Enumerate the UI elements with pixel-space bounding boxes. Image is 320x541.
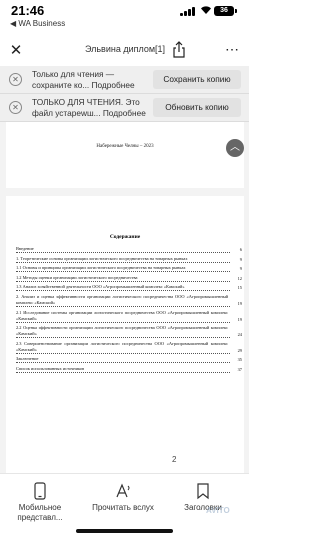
document-toolbar: ✕ Эльвина диплом[1] ⋯ <box>0 36 249 66</box>
toc-entry: 1.2 Методы оценки организации логистичес… <box>16 275 242 282</box>
banner-message-line2[interactable]: сохраните ко... Подробнее <box>32 80 135 90</box>
toc-entry-page: 15 <box>237 285 242 291</box>
status-bar: 21:46 ◀ WA Business 36 <box>0 0 249 36</box>
more-icon[interactable]: ⋯ <box>222 40 242 60</box>
battery-indicator: 36 <box>214 6 234 16</box>
toc-entry-title: Заключение <box>16 356 230 364</box>
toc-entry-title: 1. Теоретические основы организации логи… <box>16 256 230 263</box>
toc-entry: Заключение 35 <box>16 356 242 364</box>
read-aloud-icon <box>88 482 158 500</box>
back-to-app-link[interactable]: ◀ WA Business <box>10 19 65 28</box>
wifi-icon <box>200 5 212 18</box>
document-title[interactable]: Эльвина диплом[1] <box>60 44 190 54</box>
toc-entry-page: 35 <box>237 357 242 363</box>
home-indicator[interactable] <box>76 529 173 533</box>
toc-entry: 2. Анализ и оценка эффективности организ… <box>16 294 242 307</box>
toc-entry: Список использованных источников 37 <box>16 366 242 373</box>
read-aloud-label: Прочитать вслух <box>92 503 154 512</box>
battery-icon <box>235 9 237 13</box>
toc-entry: 2.3 Совершенствование организации логист… <box>16 341 242 354</box>
toc-entry-page: 29 <box>237 347 242 353</box>
save-copy-button[interactable]: Сохранить копию <box>153 70 241 89</box>
read-only-banner: ✕ Только для чтения — сохраните ко... По… <box>0 66 249 94</box>
watermark-logo: AVITO <box>206 506 230 515</box>
share-icon[interactable] <box>172 41 190 61</box>
dismiss-banner-icon[interactable]: ✕ <box>9 101 22 114</box>
toc-entry: 2.2 Оценка эффективности организации лог… <box>16 325 242 339</box>
toc-entry-title: 2.2 Оценка эффективности организации лог… <box>16 325 230 339</box>
toc-entry-page: 19 <box>237 300 242 306</box>
signal-icon <box>180 7 196 16</box>
document-viewer[interactable]: Набережные Челны – 2023 ︿ Содержание Вве… <box>0 122 249 473</box>
toc-entry: 1.1 Основы и принципы организации логист… <box>16 265 242 273</box>
toc-entry-title: 1.2 Методы оценки организации логистичес… <box>16 275 230 282</box>
toc-entry-page: 37 <box>237 366 242 372</box>
mobile-view-label: Мобильное представл... <box>17 503 63 522</box>
table-of-contents: Введение 6 1. Теоретические основы органи… <box>16 246 242 376</box>
toc-entry-page: 6 <box>239 247 242 252</box>
toc-entry-page: 24 <box>237 332 242 338</box>
toc-entry-page: 9 <box>239 266 242 272</box>
toc-entry-title: 1.1 Основы и принципы организации логист… <box>16 265 230 273</box>
toc-entry-title: 2. Анализ и оценка эффективности организ… <box>16 293 230 307</box>
toc-entry-title: 2.3 Совершенствование организации логист… <box>16 340 230 354</box>
update-copy-button[interactable]: Обновить копию <box>153 98 241 117</box>
banner-message-line1: Только для чтения — <box>32 69 115 79</box>
toc-entry: 1. Теоретические основы организации логи… <box>16 256 242 263</box>
banner-message-line2[interactable]: файл устареwш... Подробнее <box>32 108 146 118</box>
toc-entry-title: 2.1 Исследование системы организации лог… <box>16 309 230 323</box>
outdated-file-banner: ✕ ТОЛЬКО ДЛЯ ЧТЕНИЯ. Это файл устареwш..… <box>0 94 249 122</box>
toc-entry: Введение 6 <box>16 246 242 253</box>
close-icon[interactable]: ✕ <box>6 41 26 61</box>
document-page: Набережные Челны – 2023 <box>6 122 244 188</box>
title-page-footer: Набережные Челны – 2023 <box>96 144 154 149</box>
clock: 21:46 <box>11 3 45 18</box>
contents-heading: Содержание <box>109 234 141 240</box>
toc-entry-page: 9 <box>239 256 242 262</box>
toc-entry-title: Список использованных источников <box>16 366 230 373</box>
dismiss-banner-icon[interactable]: ✕ <box>9 73 22 86</box>
toc-entry-page: 19 <box>237 316 242 322</box>
document-page: Содержание Введение 6 1. Теоретические ос… <box>6 196 244 473</box>
mobile-view-button[interactable]: Мобильное представл... <box>5 482 75 523</box>
toc-entry: 2.1 Исследование системы организации лог… <box>16 310 242 323</box>
banner-message-line1: ТОЛЬКО ДЛЯ ЧТЕНИЯ. Это <box>32 97 140 107</box>
headings-icon <box>168 482 238 500</box>
page-number-indicator: 2 <box>172 455 177 464</box>
toc-entry-title: 1.3 Анализ хозяйственной деятельности ОО… <box>16 284 230 292</box>
read-aloud-button[interactable]: Прочитать вслух <box>88 482 158 513</box>
toc-entry: 1.3 Анализ хозяйственной деятельности ОО… <box>16 284 242 292</box>
toc-entry-title: Введение <box>16 246 230 253</box>
phone-icon <box>5 482 75 500</box>
toc-entry-page: 12 <box>237 275 242 281</box>
chevron-up-icon[interactable]: ︿ <box>226 139 244 157</box>
